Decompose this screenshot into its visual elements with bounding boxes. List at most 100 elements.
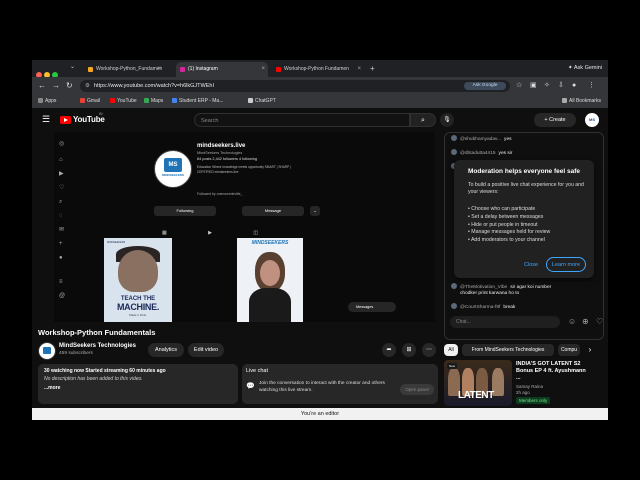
following-button: Following <box>154 206 216 216</box>
tab-favicon-icon <box>88 67 93 72</box>
more-actions-icon[interactable]: ⋯ <box>422 343 436 357</box>
mindseekers-logo-mark: MS <box>164 158 182 172</box>
instagram-stats: 84 posts 2,442 followers 4 following <box>197 157 257 161</box>
microphone-icon[interactable]: 🎙 <box>440 113 454 127</box>
ask-gemini-button[interactable]: ✦ Ask Gemini <box>568 63 602 74</box>
subscriber-count: 459 subscribers <box>59 351 93 356</box>
bookmark-star-icon[interactable]: ☆ <box>516 81 522 91</box>
chat-input[interactable]: Chat... <box>450 316 560 328</box>
analytics-button[interactable]: Analytics <box>148 343 184 357</box>
new-badge: New <box>447 363 458 369</box>
bookmark-gmail[interactable]: Gmail <box>80 95 100 108</box>
watching-info: 30 watching now Started streaming 60 min… <box>44 368 166 374</box>
country-code: IN <box>99 112 103 116</box>
chip-from-channel[interactable]: From MindSeekers Technologies <box>462 344 554 356</box>
recommendation-thumbnail[interactable]: LATENT New <box>444 360 512 406</box>
post-logo: MINDSEEKERS <box>107 241 126 244</box>
download-icon[interactable]: ⇩ <box>558 81 564 91</box>
chat-avatar <box>451 149 457 155</box>
channel-name[interactable]: MindSeekers Technologies <box>59 343 136 349</box>
super-chat-icon[interactable]: ⊕ <box>582 317 589 327</box>
youtube-logo-icon[interactable] <box>60 116 71 124</box>
instagram-post-portrait: MINDSEEKERS <box>237 238 303 322</box>
more-link[interactable]: ...more <box>44 385 60 391</box>
channel-avatar[interactable] <box>38 342 56 360</box>
close-tab-icon[interactable]: × <box>157 62 161 77</box>
bookmark-apps[interactable]: Apps <box>38 95 56 108</box>
instagram-fullname: MindSeekers Technologies <box>197 151 243 155</box>
chevron-right-icon[interactable]: › <box>584 344 596 356</box>
recommendation-channel[interactable]: Samay Raina <box>516 384 543 389</box>
chat-bubble-icon: 💬 <box>246 383 255 390</box>
close-button[interactable]: Close <box>524 262 538 268</box>
moderation-list: • Choose who can participate • Set a del… <box>468 206 551 244</box>
moderation-title: Moderation helps everyone feel safe <box>468 168 580 175</box>
forward-icon[interactable]: → <box>52 80 60 92</box>
tab-workshop-1[interactable]: Workshop-Python_Fundamen × <box>84 62 164 77</box>
create-button[interactable]: + Create <box>534 113 576 127</box>
close-tab-icon[interactable]: × <box>261 62 265 77</box>
gmail-icon <box>80 98 85 103</box>
close-tab-icon[interactable]: × <box>357 62 361 77</box>
new-tab-button[interactable]: + <box>370 62 375 75</box>
menu-kebab-icon[interactable]: ⋮ <box>588 81 595 91</box>
hamburger-menu-icon[interactable]: ☰ <box>42 114 50 124</box>
live-chat-title: Live chat <box>246 368 269 374</box>
instagram-username: mindseekers.live <box>197 143 246 149</box>
instagram-bio: Education Where knowledge meets opportun… <box>197 165 291 174</box>
search-input[interactable]: Search <box>194 113 410 127</box>
extension-icon[interactable]: ▣ <box>530 81 537 91</box>
extensions-puzzle-icon[interactable]: ✧ <box>544 81 550 91</box>
back-icon[interactable]: ← <box>38 80 46 92</box>
heart-icon[interactable]: ♡ <box>596 317 603 327</box>
open-panel-button[interactable]: Open panel <box>400 384 434 395</box>
chip-all[interactable]: All <box>444 344 458 356</box>
video-title: Workshop-Python Fundamentals <box>38 328 156 337</box>
edit-video-button[interactable]: Edit video <box>188 343 224 357</box>
learn-more-button[interactable]: Learn more <box>546 257 586 272</box>
tab-bar: ⌄ Workshop-Python_Fundamen × (1) Instagr… <box>32 60 608 78</box>
recommendation-title[interactable]: INDIA'S GOT LATENT S2 Bonus EP 4 ft. Ayu… <box>516 361 586 382</box>
save-icon[interactable]: ⊞ <box>402 343 416 357</box>
chip-computers[interactable]: Compu <box>558 344 580 356</box>
chat-message-cont: chodker print karwana ho to <box>460 291 520 296</box>
tab-instagram[interactable]: (1) Instagram × <box>176 62 268 77</box>
home-icon: ⌂ <box>59 157 63 163</box>
moderation-text: To build a positive live chat experience… <box>468 182 584 195</box>
address-bar[interactable]: ⚙ https://www.youtube.com/watch?v=h6lkGJ… <box>80 80 510 92</box>
youtube-favicon-icon <box>276 67 281 72</box>
chat-avatar <box>451 303 457 309</box>
profile-icon[interactable]: ● <box>572 81 576 91</box>
instagram-tabs: ▦ ▶ ◫ <box>162 230 258 236</box>
description-box[interactable]: 30 watching now Started streaming 60 min… <box>38 364 238 404</box>
chat-avatar <box>451 135 457 141</box>
tab-workshop-2[interactable]: Workshop-Python Fundamen × <box>272 62 364 77</box>
apps-grid-icon <box>38 98 43 103</box>
notification-icon: ♡ <box>59 185 65 191</box>
site-info-icon[interactable]: ⚙ <box>85 80 90 92</box>
ask-google-button[interactable]: Ask Google <box>464 82 506 90</box>
reels-tab-icon: ▶ <box>208 230 212 236</box>
editor-status-bar: You're an editor <box>32 408 608 420</box>
folder-icon <box>562 98 567 103</box>
profile-icon: ● <box>59 255 63 261</box>
live-chat-box: Live chat 💬 Join the conversation to int… <box>242 364 438 404</box>
chat-message: @TheMotivation_Vibe sir agar koi number <box>451 283 551 290</box>
members-only-badge: Members only <box>516 397 551 404</box>
bookmark-student-erp[interactable]: Student ERP - Ma... <box>172 95 223 108</box>
account-avatar[interactable]: MS <box>585 113 599 127</box>
share-icon[interactable]: ➦ <box>382 343 396 357</box>
all-bookmarks[interactable]: All Bookmarks <box>562 95 601 108</box>
no-description: No description has been added to this vi… <box>44 376 143 382</box>
bookmark-youtube[interactable]: YouTube <box>110 95 137 108</box>
reload-icon[interactable]: ↻ <box>66 80 73 92</box>
bookmark-maps[interactable]: Maps <box>144 95 163 108</box>
youtube-icon <box>110 98 115 103</box>
search-icon[interactable]: ⌕ <box>410 113 436 127</box>
youtube-header: ☰ YouTube IN Search ⌕ 🎙 + Create MS <box>32 108 608 132</box>
tagged-icon: ◫ <box>253 230 259 236</box>
emoji-icon[interactable]: ☺ <box>568 317 576 327</box>
bookmark-chatgpt[interactable]: ChatGPT <box>248 95 276 108</box>
instagram-profile-logo: MS MINDSEEKERS <box>154 150 192 188</box>
tab-search-icon[interactable]: ⌄ <box>70 63 75 70</box>
